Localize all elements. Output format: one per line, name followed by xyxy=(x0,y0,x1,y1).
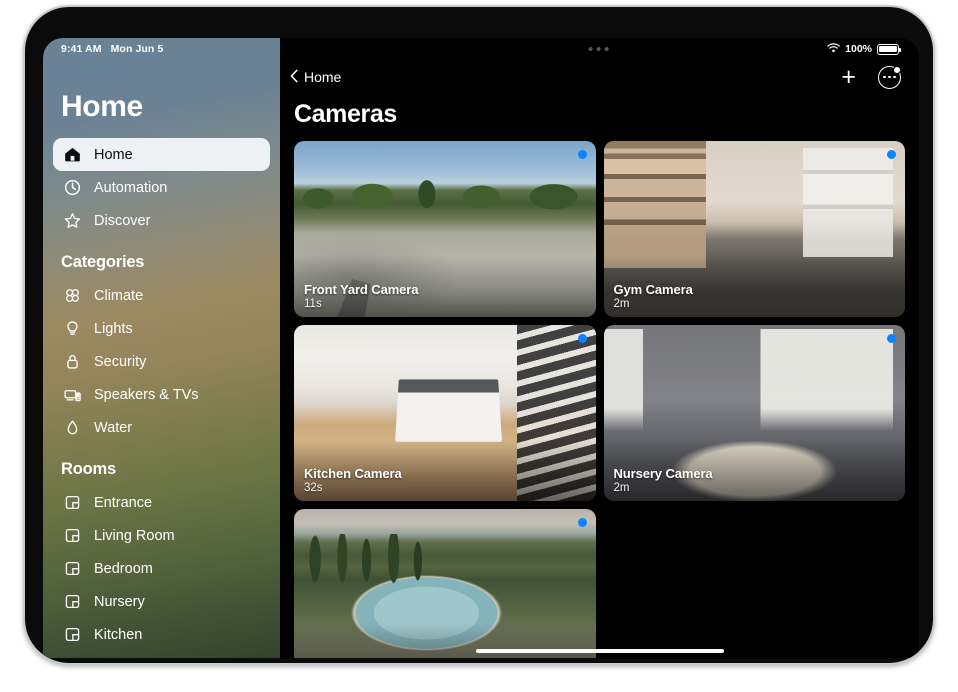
house-icon xyxy=(63,145,82,164)
sidebar-item-label: Living Room xyxy=(94,528,175,544)
sidebar-item-label: Kitchen xyxy=(94,627,142,643)
sidebar-item-water[interactable]: Water xyxy=(53,411,270,444)
room-icon xyxy=(63,592,82,611)
room-icon xyxy=(63,625,82,644)
camera-feed-image xyxy=(294,509,596,658)
camera-tile-nursery[interactable]: Nursery Camera 2m xyxy=(604,325,906,501)
room-icon xyxy=(63,493,82,512)
status-date: Mon Jun 5 xyxy=(111,43,164,55)
recording-dot-icon xyxy=(578,334,587,343)
camera-tile-pool[interactable]: Pool Camera xyxy=(294,509,596,658)
star-icon xyxy=(63,211,82,230)
water-drop-icon xyxy=(63,418,82,437)
sidebar-item-label: Automation xyxy=(94,180,167,196)
recording-dot-icon xyxy=(887,334,896,343)
navbar-actions: + xyxy=(841,65,901,90)
page-title: Cameras xyxy=(280,94,919,141)
sidebar-item-bedroom[interactable]: Bedroom xyxy=(53,552,270,585)
sidebar-item-label: Nursery xyxy=(94,594,145,610)
sidebar: 9:41 AM Mon Jun 5 Home Home xyxy=(43,38,280,658)
camera-tile-meta: Kitchen Camera 32s xyxy=(304,466,402,494)
room-icon xyxy=(63,559,82,578)
status-bar-right: 100% xyxy=(827,43,899,56)
sidebar-item-entrance[interactable]: Entrance xyxy=(53,486,270,519)
sidebar-rooms-header: Rooms xyxy=(53,444,270,486)
camera-tile-meta: Gym Camera 2m xyxy=(614,282,693,310)
sidebar-item-label: Lights xyxy=(94,321,133,337)
sidebar-item-speakers-tvs[interactable]: Speakers & TVs xyxy=(53,378,270,411)
camera-name: Front Yard Camera xyxy=(304,282,418,297)
sidebar-item-label: Speakers & TVs xyxy=(94,387,199,403)
sidebar-item-home[interactable]: Home xyxy=(53,138,270,171)
recording-dot-icon xyxy=(887,150,896,159)
camera-tile-meta: Nursery Camera 2m xyxy=(614,466,713,494)
camera-tile-front-yard[interactable]: Front Yard Camera 11s xyxy=(294,141,596,317)
camera-timestamp: 2m xyxy=(614,298,693,310)
wifi-icon xyxy=(827,43,840,56)
sidebar-item-label: Home xyxy=(94,147,133,163)
battery-full-icon xyxy=(877,44,899,55)
camera-name: Gym Camera xyxy=(614,282,693,297)
sidebar-item-automation[interactable]: Automation xyxy=(53,171,270,204)
camera-timestamp: 11s xyxy=(304,298,418,310)
sidebar-item-label: Water xyxy=(94,420,132,436)
camera-tile-gym[interactable]: Gym Camera 2m xyxy=(604,141,906,317)
ipad-device-frame: 9:41 AM Mon Jun 5 Home Home xyxy=(23,5,935,665)
sidebar-item-security[interactable]: Security xyxy=(53,345,270,378)
sidebar-item-label: Entrance xyxy=(94,495,152,511)
main-content: 100% Home + xyxy=(280,38,919,658)
sidebar-item-climate[interactable]: Climate xyxy=(53,279,270,312)
lock-icon xyxy=(63,352,82,371)
sidebar-item-kitchen[interactable]: Kitchen xyxy=(53,618,270,651)
clock-icon xyxy=(63,178,82,197)
sidebar-status-bar: 9:41 AM Mon Jun 5 xyxy=(53,38,270,60)
speaker-tv-icon xyxy=(63,385,82,404)
room-icon xyxy=(63,526,82,545)
fan-icon xyxy=(63,286,82,305)
camera-name: Kitchen Camera xyxy=(304,466,402,481)
sidebar-item-label: Security xyxy=(94,354,146,370)
camera-grid: Front Yard Camera 11s Gym Camera 2m xyxy=(280,141,919,658)
status-time: 9:41 AM xyxy=(61,43,102,55)
recording-dot-icon xyxy=(578,518,587,527)
sidebar-item-lights[interactable]: Lights xyxy=(53,312,270,345)
camera-tile-kitchen[interactable]: Kitchen Camera 32s xyxy=(294,325,596,501)
sidebar-item-nursery[interactable]: Nursery xyxy=(53,585,270,618)
lightbulb-icon xyxy=(63,319,82,338)
sidebar-item-label: Discover xyxy=(94,213,150,229)
multitasking-dots-icon[interactable] xyxy=(588,47,608,51)
sidebar-item-discover[interactable]: Discover xyxy=(53,204,270,237)
camera-timestamp: 32s xyxy=(304,482,402,494)
more-circle-icon[interactable] xyxy=(878,66,901,89)
camera-tile-meta: Front Yard Camera 11s xyxy=(304,282,418,310)
sidebar-item-living-room[interactable]: Living Room xyxy=(53,519,270,552)
sidebar-item-label: Climate xyxy=(94,288,143,304)
sidebar-home-title: Home xyxy=(53,60,270,138)
back-button-label: Home xyxy=(304,69,341,85)
home-indicator[interactable] xyxy=(476,649,724,653)
sidebar-item-label: Bedroom xyxy=(94,561,153,577)
camera-timestamp: 2m xyxy=(614,482,713,494)
battery-percent-label: 100% xyxy=(845,43,872,55)
sidebar-categories-header: Categories xyxy=(53,237,270,279)
status-bar: 100% xyxy=(280,38,919,60)
camera-name: Nursery Camera xyxy=(614,466,713,481)
navigation-bar: Home + xyxy=(280,60,919,94)
plus-icon[interactable]: + xyxy=(841,65,856,90)
ipad-screen: 9:41 AM Mon Jun 5 Home Home xyxy=(43,38,919,658)
recording-dot-icon xyxy=(578,150,587,159)
chevron-left-icon xyxy=(290,69,299,86)
back-button[interactable]: Home xyxy=(290,69,341,86)
